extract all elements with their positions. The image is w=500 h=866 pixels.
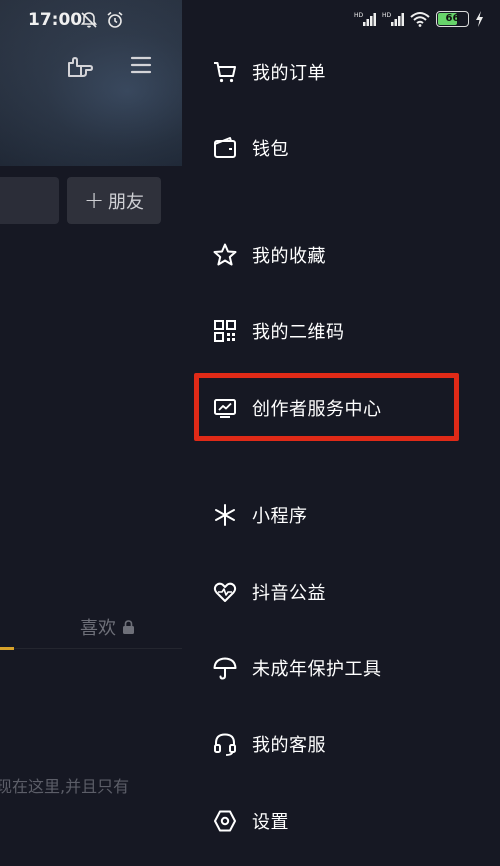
profile-page-background: 17:00 + 朋友 喜欢 现在这里,并且只有 [0, 0, 182, 866]
hamburger-menu-button[interactable] [126, 50, 156, 80]
charity-heart-icon [212, 579, 238, 605]
umbrella-icon [212, 655, 238, 681]
star-icon [212, 242, 238, 268]
menu-item-label: 小程序 [252, 506, 308, 527]
svg-text:HD: HD [382, 12, 392, 19]
hand-pointer-button[interactable] [63, 50, 97, 84]
menu-item-wallet[interactable]: 钱包 [182, 120, 500, 176]
settings-hexagon-icon [212, 808, 238, 834]
cellular-signal-icon: HD [354, 12, 376, 26]
menu-item-my-orders[interactable]: 我的订单 [182, 44, 500, 100]
menu-item-favorites[interactable]: 我的收藏 [182, 227, 500, 283]
mute-notifications-icon [80, 12, 98, 28]
tab-likes[interactable]: 喜欢 [80, 614, 135, 640]
cart-icon [212, 59, 238, 85]
battery-icon: 66 [436, 11, 469, 27]
plus-icon: + [83, 185, 105, 214]
menu-item-settings[interactable]: 设置 [182, 793, 500, 849]
qrcode-icon [212, 318, 238, 344]
menu-item-label: 抖音公益 [252, 583, 326, 604]
menu-item-charity[interactable]: 抖音公益 [182, 564, 500, 620]
status-icons-left [80, 11, 124, 29]
menu-item-mini-programs[interactable]: 小程序 [182, 487, 500, 543]
highlight-annotation-box [194, 373, 459, 441]
menu-item-label: 钱包 [252, 139, 289, 160]
alarm-clock-icon [107, 11, 123, 28]
status-icons-right: HD HD 66 [354, 11, 484, 27]
status-time: 17:00 [28, 10, 83, 30]
add-friend-button[interactable]: + 朋友 [67, 177, 161, 224]
menu-item-label: 未成年保护工具 [252, 659, 382, 680]
empty-hint-text: 现在这里,并且只有 [0, 777, 130, 796]
tab-active-indicator [0, 647, 14, 650]
hamburger-icon [130, 56, 152, 74]
menu-item-minor-protection[interactable]: 未成年保护工具 [182, 640, 500, 696]
menu-item-qr-code[interactable]: 我的二维码 [182, 303, 500, 359]
menu-item-label: 我的二维码 [252, 322, 345, 343]
edit-profile-button[interactable] [0, 177, 59, 224]
lock-icon [123, 619, 134, 634]
menu-item-label: 设置 [252, 812, 289, 833]
battery-level: 66 [445, 13, 460, 24]
mini-program-icon [212, 502, 238, 528]
cellular-signal-2-icon: HD [382, 12, 404, 26]
add-friend-label: 朋友 [108, 191, 145, 213]
tab-likes-label: 喜欢 [80, 618, 116, 639]
menu-item-label: 我的收藏 [252, 246, 326, 267]
wallet-icon [212, 135, 238, 161]
wifi-icon [410, 12, 430, 27]
charging-bolt-icon [476, 11, 483, 27]
svg-text:HD: HD [354, 12, 364, 19]
tab-divider [0, 648, 182, 649]
menu-item-label: 我的客服 [252, 735, 326, 756]
headset-icon [212, 731, 238, 757]
menu-item-customer-service[interactable]: 我的客服 [182, 716, 500, 772]
hand-pointer-icon [68, 57, 93, 77]
menu-item-label: 我的订单 [252, 63, 326, 84]
